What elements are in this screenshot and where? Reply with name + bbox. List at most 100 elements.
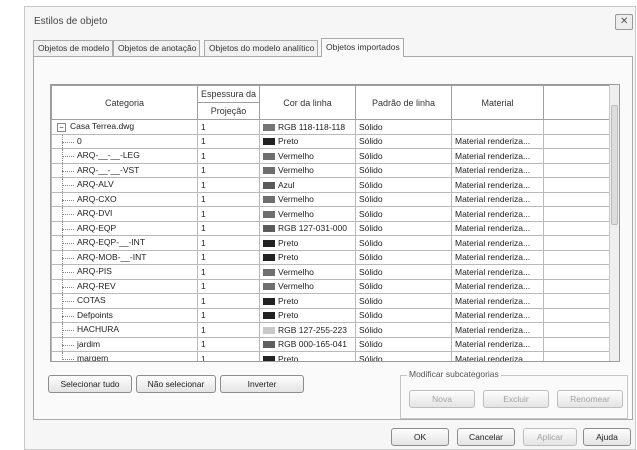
material-cell[interactable]: Material renderiza... bbox=[451, 162, 544, 178]
material-cell[interactable]: Material renderiza... bbox=[451, 148, 544, 164]
line-pattern-cell[interactable]: Sólido bbox=[355, 220, 452, 236]
column-header-thickness[interactable]: Espessura da bbox=[197, 85, 260, 103]
line-pattern-cell[interactable]: Sólido bbox=[355, 351, 452, 361]
collapse-tree-icon[interactable]: − bbox=[57, 123, 66, 132]
material-cell[interactable]: Material renderiza... bbox=[451, 206, 544, 222]
line-color-cell[interactable]: Vermelho bbox=[259, 206, 356, 222]
column-header-material[interactable]: Material bbox=[451, 85, 544, 120]
thickness-cell[interactable]: 1 bbox=[197, 322, 260, 338]
material-cell[interactable]: Material renderiza... bbox=[451, 220, 544, 236]
table-row[interactable]: HACHURA 1 RGB 127-255-223 Sólido Material re… bbox=[51, 322, 612, 338]
line-color-cell[interactable]: Vermelho bbox=[259, 148, 356, 164]
material-cell[interactable]: Material renderiza... bbox=[451, 278, 544, 294]
delete-subcategory-button[interactable]: Excluir bbox=[483, 390, 549, 408]
line-pattern-cell[interactable]: Sólido bbox=[355, 206, 452, 222]
material-cell[interactable]: Material renderiza... bbox=[451, 235, 544, 251]
material-cell[interactable]: Material renderiza... bbox=[451, 249, 544, 265]
line-pattern-cell[interactable]: Sólido bbox=[355, 336, 452, 352]
line-color-cell[interactable]: Vermelho bbox=[259, 191, 356, 207]
cancel-button[interactable]: Cancelar bbox=[457, 428, 515, 446]
thickness-cell[interactable]: 1 bbox=[197, 148, 260, 164]
thickness-cell[interactable]: 1 bbox=[197, 119, 260, 135]
vertical-scrollbar[interactable] bbox=[609, 85, 619, 361]
object-styles-grid[interactable]: Categoria Espessura da Cor da linha Padr… bbox=[50, 84, 620, 362]
table-row[interactable]: ARQ-DVI 1 Vermelho Sólido Material renderiza… bbox=[51, 206, 612, 222]
table-row[interactable]: ARQ-REV 1 Vermelho Sólido Material renderiza… bbox=[51, 278, 612, 294]
material-cell[interactable]: Material renderiza... bbox=[451, 264, 544, 280]
table-row[interactable]: 0 1 Preto Sólido Material renderiza... bbox=[51, 133, 612, 149]
thickness-cell[interactable]: 1 bbox=[197, 278, 260, 294]
thickness-cell[interactable]: 1 bbox=[197, 307, 260, 323]
thickness-cell[interactable]: 1 bbox=[197, 191, 260, 207]
invert-button[interactable]: Inverter bbox=[220, 375, 304, 393]
material-cell[interactable]: Material renderiza... bbox=[451, 336, 544, 352]
line-color-cell[interactable]: Azul bbox=[259, 177, 356, 193]
table-row-root[interactable]: − Casa Terrea.dwg 1 RGB 118-118-118 Sóli… bbox=[51, 119, 612, 135]
table-row[interactable]: ARQ-__-__-VST 1 Vermelho Sólido Material ren… bbox=[51, 162, 612, 178]
thickness-cell[interactable]: 1 bbox=[197, 133, 260, 149]
material-cell[interactable]: Material renderiza... bbox=[451, 177, 544, 193]
new-subcategory-button[interactable]: Nova bbox=[409, 390, 475, 408]
table-row[interactable]: ARQ-CXO 1 Vermelho Sólido Material renderiza… bbox=[51, 191, 612, 207]
scrollbar-thumb[interactable] bbox=[611, 105, 618, 225]
table-row[interactable]: ARQ-EQP 1 RGB 127-031-000 Sólido Material re… bbox=[51, 220, 612, 236]
line-color-cell[interactable]: RGB 127-255-223 bbox=[259, 322, 356, 338]
thickness-cell[interactable]: 1 bbox=[197, 351, 260, 361]
thickness-cell[interactable]: 1 bbox=[197, 336, 260, 352]
table-row[interactable]: ARQ-EQP-__-INT 1 Preto Sólido Material rende… bbox=[51, 235, 612, 251]
table-row[interactable]: margem 1 Preto Sólido Material renderiza... bbox=[51, 351, 612, 361]
column-header-projection[interactable]: Projeção bbox=[197, 102, 260, 120]
line-color-cell[interactable]: Preto bbox=[259, 249, 356, 265]
line-pattern-cell[interactable]: Sólido bbox=[355, 293, 452, 309]
help-button[interactable]: Ajuda bbox=[583, 428, 631, 446]
thickness-cell[interactable]: 1 bbox=[197, 177, 260, 193]
material-cell[interactable]: Material renderiza... bbox=[451, 133, 544, 149]
material-cell[interactable]: Material renderiza... bbox=[451, 322, 544, 338]
select-all-button[interactable]: Selecionar tudo bbox=[48, 375, 132, 393]
line-color-cell[interactable]: Preto bbox=[259, 293, 356, 309]
material-cell[interactable]: Material renderiza... bbox=[451, 351, 544, 361]
thickness-cell[interactable]: 1 bbox=[197, 206, 260, 222]
ok-button[interactable]: OK bbox=[391, 428, 449, 446]
column-header-category[interactable]: Categoria bbox=[51, 85, 198, 120]
line-color-cell[interactable]: Vermelho bbox=[259, 162, 356, 178]
table-row[interactable]: ARQ-ALV 1 Azul Sólido Material renderiza... bbox=[51, 177, 612, 193]
table-row[interactable]: ARQ-MOB-__-INT 1 Preto Sólido Material rende… bbox=[51, 249, 612, 265]
apply-button[interactable]: Aplicar bbox=[523, 428, 577, 446]
select-none-button[interactable]: Não selecionar bbox=[136, 375, 216, 393]
line-pattern-cell[interactable]: Sólido bbox=[355, 148, 452, 164]
line-pattern-cell[interactable]: Sólido bbox=[355, 191, 452, 207]
table-row[interactable]: Defpoints 1 Preto Sólido Material renderiza.… bbox=[51, 307, 612, 323]
line-color-cell[interactable]: RGB 127-031-000 bbox=[259, 220, 356, 236]
material-cell[interactable] bbox=[451, 119, 544, 135]
table-row[interactable]: jardim 1 RGB 000-165-041 Sólido Material ren… bbox=[51, 336, 612, 352]
thickness-cell[interactable]: 1 bbox=[197, 264, 260, 280]
line-pattern-cell[interactable]: Sólido bbox=[355, 249, 452, 265]
line-color-cell[interactable]: Preto bbox=[259, 235, 356, 251]
line-color-cell[interactable]: Vermelho bbox=[259, 278, 356, 294]
line-color-cell[interactable]: RGB 118-118-118 bbox=[259, 119, 356, 135]
line-pattern-cell[interactable]: Sólido bbox=[355, 235, 452, 251]
line-pattern-cell[interactable]: Sólido bbox=[355, 322, 452, 338]
material-cell[interactable]: Material renderiza... bbox=[451, 293, 544, 309]
rename-subcategory-button[interactable]: Renomear bbox=[557, 390, 623, 408]
thickness-cell[interactable]: 1 bbox=[197, 162, 260, 178]
line-color-cell[interactable]: Preto bbox=[259, 307, 356, 323]
tab-imported-objects[interactable]: Objetos importados bbox=[321, 38, 404, 57]
line-pattern-cell[interactable]: Sólido bbox=[355, 177, 452, 193]
close-button[interactable]: ✕ bbox=[615, 14, 633, 30]
thickness-cell[interactable]: 1 bbox=[197, 293, 260, 309]
material-cell[interactable]: Material renderiza... bbox=[451, 191, 544, 207]
table-row[interactable]: ARQ-PIS 1 Vermelho Sólido Material renderiza… bbox=[51, 264, 612, 280]
column-header-line-pattern[interactable]: Padrão de linha bbox=[355, 85, 452, 120]
line-pattern-cell[interactable]: Sólido bbox=[355, 119, 452, 135]
thickness-cell[interactable]: 1 bbox=[197, 249, 260, 265]
tab-analytical-model-objects[interactable]: Objetos do modelo analítico bbox=[204, 40, 319, 56]
column-header-line-color[interactable]: Cor da linha bbox=[259, 85, 356, 120]
tab-model-objects[interactable]: Objetos de modelo bbox=[33, 40, 114, 56]
tab-annotation-objects[interactable]: Objetos de anotação bbox=[113, 40, 201, 56]
line-color-cell[interactable]: Vermelho bbox=[259, 264, 356, 280]
material-cell[interactable]: Material renderiza... bbox=[451, 307, 544, 323]
line-pattern-cell[interactable]: Sólido bbox=[355, 307, 452, 323]
line-pattern-cell[interactable]: Sólido bbox=[355, 162, 452, 178]
